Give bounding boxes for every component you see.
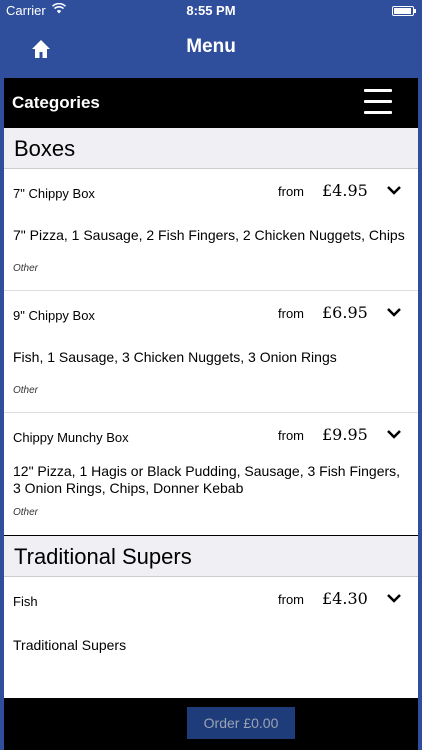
menu-item[interactable]: Chippy Munchy Box from £9.95 12" Pizza, … <box>4 413 418 535</box>
item-price: £4.30 <box>322 589 368 608</box>
item-name: 7" Chippy Box <box>13 186 95 201</box>
hamburger-menu-icon[interactable] <box>364 89 392 115</box>
item-from-label: from <box>278 428 304 443</box>
nav-bar: Menu <box>0 22 422 76</box>
chevron-down-icon[interactable] <box>386 305 402 317</box>
chevron-down-icon[interactable] <box>386 183 402 195</box>
item-description: 12" Pizza, 1 Hagis or Black Pudding, Sau… <box>13 463 401 496</box>
menu-content[interactable]: Categories Boxes 7" Chippy Box from £4.9… <box>4 78 418 698</box>
item-from-label: from <box>278 592 304 607</box>
item-tag: Other <box>13 385 39 396</box>
section-header-traditional-supers: Traditional Supers <box>4 536 418 577</box>
item-from-label: from <box>278 184 304 199</box>
item-name: Chippy Munchy Box <box>13 430 129 445</box>
item-from-label: from <box>278 306 304 321</box>
status-bar: Carrier 8:55 PM <box>0 0 422 22</box>
item-price: £6.95 <box>322 303 368 322</box>
item-price: £9.95 <box>322 425 368 444</box>
menu-item[interactable]: 7" Chippy Box from £4.95 7" Pizza, 1 Sau… <box>4 169 418 291</box>
menu-item[interactable]: Fish from £4.30 Traditional Supers <box>4 577 418 698</box>
item-description: Fish, 1 Sausage, 3 Chicken Nuggets, 3 On… <box>13 349 337 365</box>
categories-label: Categories <box>12 93 100 112</box>
chevron-down-icon[interactable] <box>386 591 402 603</box>
item-name: Fish <box>13 594 38 609</box>
item-description: Traditional Supers <box>13 637 127 653</box>
menu-item[interactable]: 9" Chippy Box from £6.95 Fish, 1 Sausage… <box>4 291 418 413</box>
section-title: Boxes <box>14 136 76 161</box>
section-header-boxes: Boxes <box>4 128 418 169</box>
page-title: Menu <box>186 36 236 57</box>
bottom-bar: Order £0.00 <box>4 698 418 750</box>
item-tag: Other <box>13 507 39 518</box>
battery-icon <box>392 6 416 16</box>
item-description: 7" Pizza, 1 Sausage, 2 Fish Fingers, 2 C… <box>13 227 405 243</box>
item-name: 9" Chippy Box <box>13 308 95 323</box>
chevron-down-icon[interactable] <box>386 427 402 439</box>
section-title: Traditional Supers <box>14 544 192 569</box>
categories-bar: Categories <box>4 78 418 128</box>
clock: 8:55 PM <box>186 3 236 18</box>
item-tag: Other <box>13 263 39 274</box>
item-price: £4.95 <box>322 181 368 200</box>
order-button[interactable]: Order £0.00 <box>187 707 295 739</box>
